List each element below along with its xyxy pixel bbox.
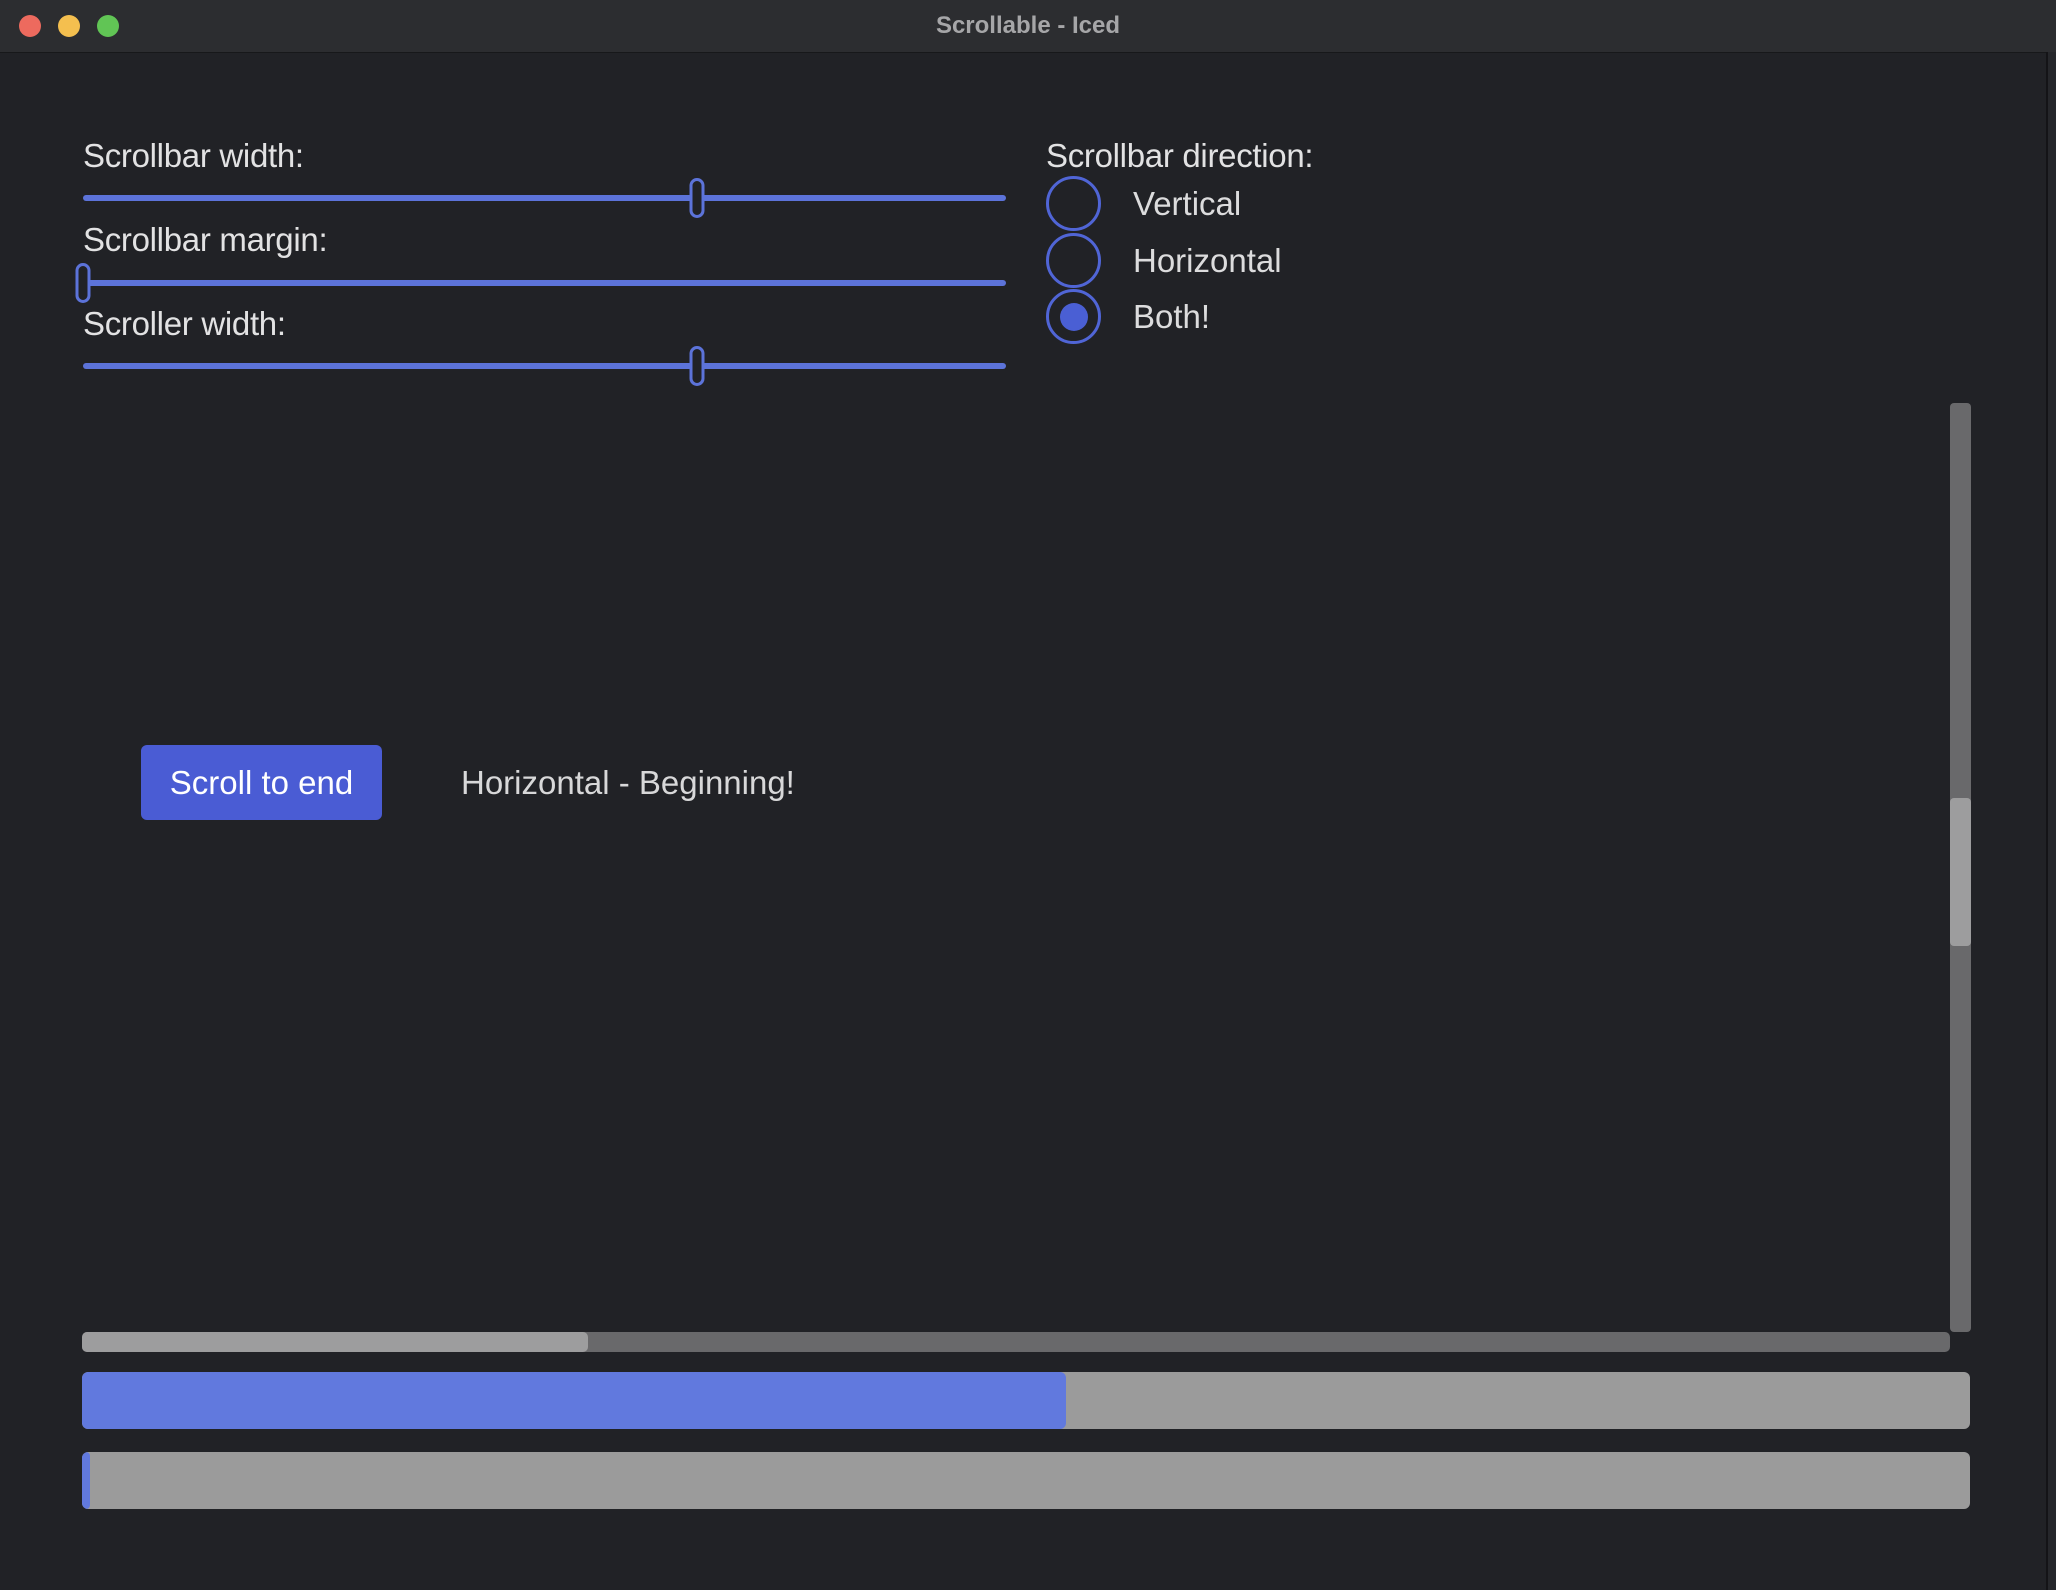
- radio-vertical[interactable]: Vertical: [1046, 176, 1241, 231]
- radio-circle-icon[interactable]: [1046, 289, 1101, 344]
- vertical-scrollbar-thumb[interactable]: [1950, 798, 1971, 946]
- vertical-scrollbar-track[interactable]: [1950, 403, 1971, 1332]
- scrollbar-direction-label: Scrollbar direction:: [1046, 136, 1313, 176]
- horizontal-progress-fill: [82, 1372, 1066, 1429]
- radio-circle-icon[interactable]: [1046, 176, 1101, 231]
- scrollbar-margin-slider-handle[interactable]: [76, 263, 91, 303]
- radio-vertical-label: Vertical: [1133, 176, 1241, 231]
- radio-both-label: Both!: [1133, 289, 1210, 344]
- scrollbar-width-slider[interactable]: [83, 195, 1006, 201]
- radio-horizontal-label: Horizontal: [1133, 233, 1282, 288]
- scroller-width-label: Scroller width:: [83, 304, 286, 344]
- vertical-progress-fill: [82, 1452, 90, 1509]
- scrollbar-margin-label: Scrollbar margin:: [83, 220, 327, 260]
- window-title: Scrollable - Iced: [0, 0, 2056, 52]
- horizontal-progress-bar: [82, 1372, 1970, 1429]
- app-window: Scrollable - Iced Scrollbar width: Scrol…: [0, 0, 2056, 1590]
- title-bar: Scrollable - Iced: [0, 0, 2056, 53]
- horizontal-scrollbar-track[interactable]: [82, 1332, 1950, 1352]
- radio-dot-icon: [1060, 303, 1088, 331]
- scrollbar-margin-slider[interactable]: [83, 280, 1006, 286]
- scrollbar-width-label: Scrollbar width:: [83, 136, 304, 176]
- scrollbar-width-slider-handle[interactable]: [689, 178, 704, 218]
- radio-both[interactable]: Both!: [1046, 289, 1210, 344]
- radio-circle-icon[interactable]: [1046, 233, 1101, 288]
- radio-horizontal[interactable]: Horizontal: [1046, 233, 1282, 288]
- window-right-edge: [2046, 52, 2056, 1590]
- scroll-to-end-button[interactable]: Scroll to end: [141, 745, 382, 820]
- horizontal-scrollbar-thumb[interactable]: [82, 1332, 588, 1352]
- scroll-status-text: Horizontal - Beginning!: [461, 745, 795, 820]
- vertical-progress-bar: [82, 1452, 1970, 1509]
- scroller-width-slider-handle[interactable]: [689, 346, 704, 386]
- scroller-width-slider[interactable]: [83, 363, 1006, 369]
